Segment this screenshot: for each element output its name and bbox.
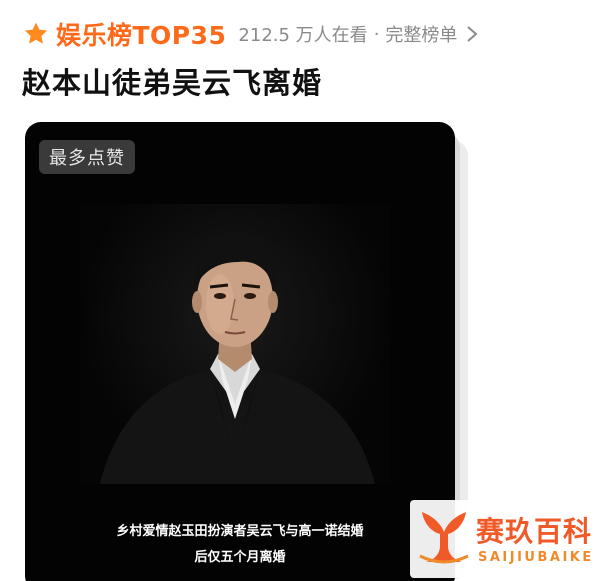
caption-line-1: 乡村爱情赵玉田扮演者吴云飞与高一诺结婚 xyxy=(116,524,364,539)
caption-line-2: 后仅五个月离婚 xyxy=(194,550,286,565)
full-list-link[interactable]: 完整榜单 xyxy=(385,21,457,47)
star-icon xyxy=(24,22,48,44)
ranking-title[interactable]: 娱乐榜TOP35 xyxy=(56,16,226,52)
chevron-right-icon[interactable] xyxy=(465,25,479,43)
topic-title[interactable]: 赵本山徒弟吴云飞离婚 xyxy=(22,60,322,102)
whale-tail-logo-icon xyxy=(419,512,469,564)
watermark-chinese: 赛玖百科 xyxy=(476,515,593,548)
top-liked-card[interactable]: 最多点赞 乡村爱情赵玉田扮演者吴云飞与高一诺结婚 后仅五个月离婚 xyxy=(25,122,455,581)
viewer-count: 212.5 万人在看 xyxy=(238,25,368,46)
separator-dot: · xyxy=(373,23,380,45)
most-liked-badge: 最多点赞 xyxy=(39,140,135,174)
watermark-english: SAIJIUBAIKE xyxy=(478,550,594,565)
ranking-header[interactable]: 娱乐榜TOP35 212.5 万人在看 · 完整榜单 xyxy=(22,14,479,54)
page: 娱乐榜TOP35 212.5 万人在看 · 完整榜单 赵本山徒弟吴云飞离婚 最多… xyxy=(0,0,600,581)
watermark: 赛玖百科 SAIJIUBAIKE xyxy=(410,500,600,578)
portrait-image xyxy=(80,204,390,484)
portrait-illustration xyxy=(100,231,375,484)
